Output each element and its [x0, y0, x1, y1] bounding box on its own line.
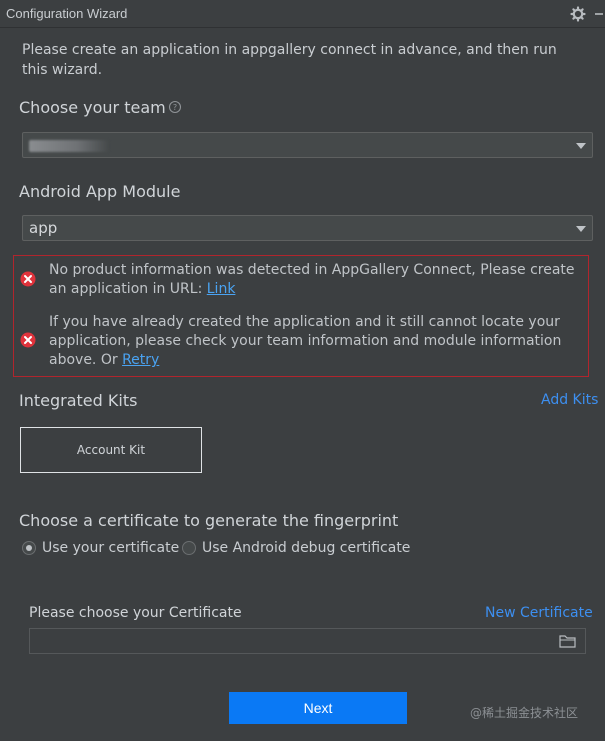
help-icon[interactable]: ? — [168, 100, 182, 114]
team-label: Choose your team — [19, 98, 166, 117]
error-text: No product information was detected in A… — [49, 262, 575, 297]
radio-button[interactable] — [182, 541, 196, 555]
radio-button-checked[interactable] — [22, 541, 36, 555]
minimize-icon[interactable] — [593, 6, 605, 22]
error-icon — [20, 271, 36, 287]
certificate-path-input[interactable] — [29, 628, 586, 654]
new-certificate-link[interactable]: New Certificate — [485, 605, 593, 621]
create-app-link[interactable]: Link — [207, 281, 236, 297]
certificate-field-label: Please choose your Certificate — [29, 605, 242, 621]
intro-text: Please create an application in appgalle… — [22, 42, 557, 78]
radio-use-debug-certificate[interactable]: Use Android debug certificate — [182, 539, 410, 557]
folder-icon[interactable] — [559, 634, 576, 648]
gear-icon[interactable] — [570, 6, 586, 22]
error-message-cannot-locate: If you have already created the applicat… — [49, 313, 579, 370]
module-select[interactable]: app — [22, 215, 593, 241]
error-panel: No product information was detected in A… — [13, 255, 589, 377]
retry-link[interactable]: Retry — [122, 352, 159, 368]
watermark: @稀土掘金技术社区 — [470, 706, 579, 720]
team-value-redacted — [29, 140, 109, 152]
svg-text:?: ? — [173, 103, 177, 112]
next-button[interactable]: Next — [229, 692, 407, 724]
kits-label: Integrated Kits — [19, 391, 138, 410]
module-label: Android App Module — [19, 182, 181, 201]
team-select[interactable] — [22, 132, 593, 158]
certificate-heading: Choose a certificate to generate the fin… — [19, 511, 399, 530]
window-title: Configuration Wizard — [6, 6, 128, 21]
error-message-no-product: No product information was detected in A… — [49, 261, 579, 299]
module-value: app — [29, 219, 58, 237]
radio-use-own-certificate[interactable]: Use your certificate — [22, 539, 179, 557]
radio-label: Use Android debug certificate — [202, 540, 411, 556]
error-icon — [20, 332, 36, 348]
chevron-down-icon — [576, 143, 586, 149]
kit-card-account[interactable]: Account Kit — [20, 427, 202, 473]
radio-label: Use your certificate — [42, 540, 180, 556]
title-bar: Configuration Wizard — [0, 0, 605, 28]
chevron-down-icon — [576, 226, 586, 232]
add-kits-link[interactable]: Add Kits — [541, 392, 598, 408]
